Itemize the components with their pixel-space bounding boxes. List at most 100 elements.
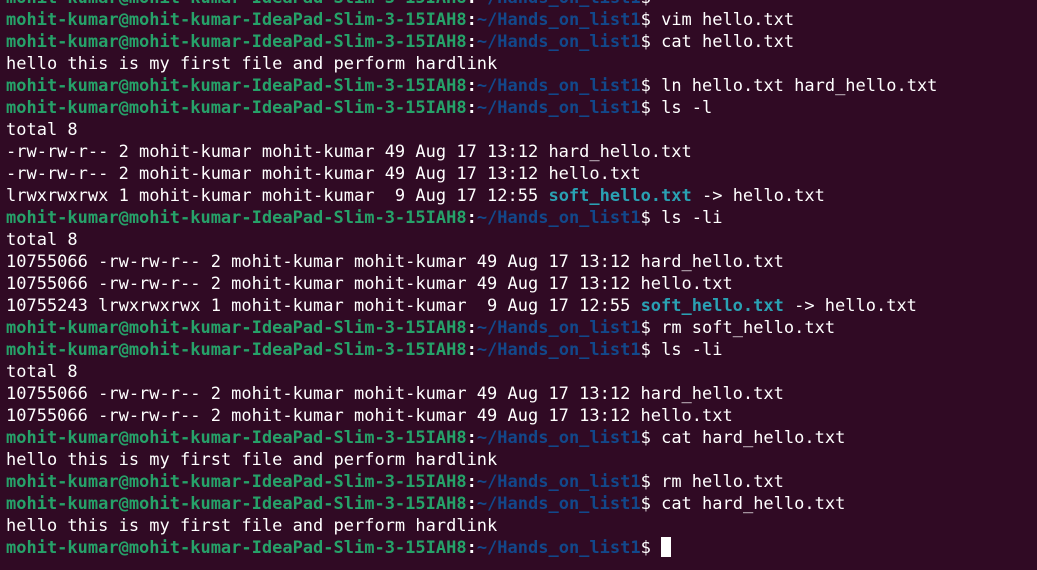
output-line: hello this is my first file and perform … (6, 53, 937, 75)
prompt-path: ~/Hands_on_list1 (476, 318, 641, 338)
command-text: vim hello.txt (650, 10, 795, 30)
prompt-line: mohit-kumar@mohit-kumar-IdeaPad-Slim-3-1… (6, 537, 937, 559)
terminal-output: mohit-kumar@mohit-kumar-IdeaPad-Slim-3-1… (6, 0, 937, 559)
prompt-line: mohit-kumar@mohit-kumar-IdeaPad-Slim-3-1… (6, 317, 937, 339)
output-line: 10755066 -rw-rw-r-- 2 mohit-kumar mohit-… (6, 405, 937, 427)
output-line: -rw-rw-r-- 2 mohit-kumar mohit-kumar 49 … (6, 141, 937, 163)
output-text: -rw-rw-r-- 2 mohit-kumar mohit-kumar 49 … (6, 142, 692, 162)
prompt-separator: : (466, 208, 477, 228)
command-text (651, 0, 661, 8)
command-text: ls -li (650, 208, 723, 228)
command-text: cat hello.txt (650, 32, 795, 52)
ls-entry-details: 10755243 lrwxrwxrwx 1 mohit-kumar mohit-… (6, 296, 641, 316)
prompt-separator: : (466, 10, 477, 30)
prompt-symbol: $ (640, 32, 651, 52)
prompt-path: ~/Hands_on_list1 (476, 32, 641, 52)
prompt-separator: : (466, 538, 477, 558)
prompt-symbol: $ (640, 98, 651, 118)
prompt-user-host: mohit-kumar@mohit-kumar-IdeaPad-Slim-3-1… (6, 76, 467, 96)
prompt-separator: : (466, 98, 477, 118)
output-line: 10755243 lrwxrwxrwx 1 mohit-kumar mohit-… (6, 295, 937, 317)
prompt-user-host: mohit-kumar@mohit-kumar-IdeaPad-Slim-3-1… (6, 494, 467, 514)
output-text: total 8 (6, 230, 78, 250)
output-text: 10755066 -rw-rw-r-- 2 mohit-kumar mohit-… (6, 406, 733, 426)
output-line: 10755066 -rw-rw-r-- 2 mohit-kumar mohit-… (6, 383, 937, 405)
prompt-separator: : (466, 318, 477, 338)
output-line: total 8 (6, 229, 937, 251)
prompt-line: mohit-kumar@mohit-kumar-IdeaPad-Slim-3-1… (6, 31, 937, 53)
prompt-symbol: $ (640, 208, 651, 228)
prompt-user-host: mohit-kumar@mohit-kumar-IdeaPad-Slim-3-1… (6, 10, 467, 30)
prompt-path: ~/Hands_on_list1 (476, 10, 641, 30)
symlink-target: -> hello.txt (783, 296, 917, 316)
output-text: 10755066 -rw-rw-r-- 2 mohit-kumar mohit-… (6, 252, 784, 272)
prompt-line: mohit-kumar@mohit-kumar-IdeaPad-Slim-3-1… (6, 9, 937, 31)
text-cursor[interactable] (661, 537, 672, 557)
output-text: hello this is my first file and perform … (6, 516, 498, 536)
prompt-line: mohit-kumar@mohit-kumar-IdeaPad-Slim-3-1… (6, 471, 937, 493)
terminal-window[interactable]: mohit-kumar@mohit-kumar-IdeaPad-Slim-3-1… (0, 0, 1037, 570)
prompt-user-host: mohit-kumar@mohit-kumar-IdeaPad-Slim-3-1… (6, 32, 467, 52)
command-text: rm soft_hello.txt (650, 318, 836, 338)
prompt-separator: : (466, 428, 477, 448)
output-line: hello this is my first file and perform … (6, 515, 937, 537)
command-text: rm hello.txt (650, 472, 784, 492)
prompt-user-host: mohit-kumar@mohit-kumar-IdeaPad-Slim-3-1… (6, 538, 467, 558)
prompt-path: ~/Hands_on_list1 (476, 98, 641, 118)
output-line: 10755066 -rw-rw-r-- 2 mohit-kumar mohit-… (6, 273, 937, 295)
output-text: total 8 (6, 362, 78, 382)
output-text: hello this is my first file and perform … (6, 450, 498, 470)
output-line: -rw-rw-r-- 2 mohit-kumar mohit-kumar 49 … (6, 163, 937, 185)
prompt-user-host: mohit-kumar@mohit-kumar-IdeaPad-Slim-3-1… (6, 0, 467, 8)
ls-entry-details: lrwxrwxrwx 1 mohit-kumar mohit-kumar 9 A… (6, 186, 549, 206)
prompt-symbol: $ (640, 538, 651, 558)
prompt-separator: : (466, 472, 477, 492)
prompt-user-host: mohit-kumar@mohit-kumar-IdeaPad-Slim-3-1… (6, 98, 467, 118)
command-text: cat hard_hello.txt (650, 494, 846, 514)
output-line: total 8 (6, 119, 937, 141)
prompt-line: mohit-kumar@mohit-kumar-IdeaPad-Slim-3-1… (6, 75, 937, 97)
prompt-line: mohit-kumar@mohit-kumar-IdeaPad-Slim-3-1… (6, 339, 937, 361)
prompt-separator: : (466, 76, 477, 96)
command-text: ls -l (650, 98, 713, 118)
prompt-user-host: mohit-kumar@mohit-kumar-IdeaPad-Slim-3-1… (6, 472, 467, 492)
output-line: lrwxrwxrwx 1 mohit-kumar mohit-kumar 9 A… (6, 185, 937, 207)
prompt-line: mohit-kumar@mohit-kumar-IdeaPad-Slim-3-1… (6, 493, 937, 515)
output-line: 10755066 -rw-rw-r-- 2 mohit-kumar mohit-… (6, 251, 937, 273)
output-line: total 8 (6, 361, 937, 383)
prompt-path: ~/Hands_on_list1 (476, 208, 641, 228)
command-text: cat hard_hello.txt (650, 428, 846, 448)
prompt-line: mohit-kumar@mohit-kumar-IdeaPad-Slim-3-1… (6, 207, 937, 229)
prompt-user-host: mohit-kumar@mohit-kumar-IdeaPad-Slim-3-1… (6, 208, 467, 228)
output-line: hello this is my first file and perform … (6, 449, 937, 471)
prompt-line: mohit-kumar@mohit-kumar-IdeaPad-Slim-3-1… (6, 0, 937, 9)
prompt-path: ~/Hands_on_list1 (476, 472, 641, 492)
symlink-name: soft_hello.txt (548, 186, 692, 206)
prompt-separator: : (466, 32, 477, 52)
prompt-symbol: $ (640, 340, 651, 360)
prompt-symbol: $ (640, 318, 651, 338)
prompt-symbol: $ (640, 76, 651, 96)
prompt-symbol: $ (640, 472, 651, 492)
prompt-separator: : (466, 340, 477, 360)
command-text: ln hello.txt hard_hello.txt (650, 76, 938, 96)
prompt-path: ~/Hands_on_list1 (477, 0, 641, 8)
prompt-symbol: $ (640, 494, 651, 514)
prompt-user-host: mohit-kumar@mohit-kumar-IdeaPad-Slim-3-1… (6, 428, 467, 448)
prompt-path: ~/Hands_on_list1 (476, 340, 641, 360)
prompt-path: ~/Hands_on_list1 (476, 76, 641, 96)
prompt-user-host: mohit-kumar@mohit-kumar-IdeaPad-Slim-3-1… (6, 318, 467, 338)
output-text: hello this is my first file and perform … (6, 54, 498, 74)
output-text: -rw-rw-r-- 2 mohit-kumar mohit-kumar 49 … (6, 164, 641, 184)
prompt-user-host: mohit-kumar@mohit-kumar-IdeaPad-Slim-3-1… (6, 340, 467, 360)
command-text: ls -li (650, 340, 723, 360)
output-text: total 8 (6, 120, 78, 140)
prompt-symbol: $ (640, 10, 651, 30)
prompt-path: ~/Hands_on_list1 (476, 494, 641, 514)
prompt-separator: : (467, 0, 477, 8)
command-text (651, 538, 661, 558)
prompt-path: ~/Hands_on_list1 (476, 428, 641, 448)
output-text: 10755066 -rw-rw-r-- 2 mohit-kumar mohit-… (6, 274, 733, 294)
prompt-path: ~/Hands_on_list1 (476, 538, 641, 558)
prompt-line: mohit-kumar@mohit-kumar-IdeaPad-Slim-3-1… (6, 427, 937, 449)
